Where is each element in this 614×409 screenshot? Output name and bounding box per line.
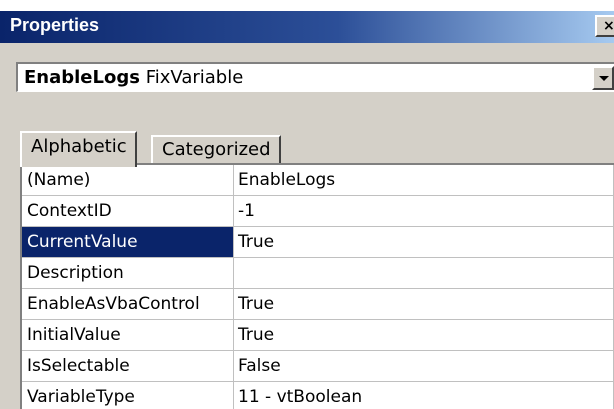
property-value[interactable]: True xyxy=(234,320,614,351)
property-row-name[interactable]: (Name) EnableLogs xyxy=(22,165,614,196)
property-row-enableasvbacontrol[interactable]: EnableAsVbaControl True xyxy=(22,289,614,320)
title-bar: Properties × xyxy=(0,11,614,43)
property-name: IsSelectable xyxy=(22,351,234,382)
property-name: InitialValue xyxy=(22,320,234,351)
property-row-description[interactable]: Description xyxy=(22,258,614,289)
property-name: EnableAsVbaControl xyxy=(22,289,234,320)
property-value[interactable]: True xyxy=(234,289,614,320)
object-selector[interactable]: EnableLogs FixVariable xyxy=(16,62,614,92)
property-name: VariableType xyxy=(22,382,234,409)
properties-window: EnableLogs FixVariable Alphabetic Catego… xyxy=(0,43,614,409)
property-name: ContextID xyxy=(22,196,234,227)
tab-alphabetic-label: Alphabetic xyxy=(31,136,127,157)
property-name: CurrentValue xyxy=(22,227,234,258)
property-value[interactable]: True xyxy=(234,227,614,258)
property-row-initialvalue[interactable]: InitialValue True xyxy=(22,320,614,351)
property-value[interactable]: False xyxy=(234,351,614,382)
object-selector-text: EnableLogs FixVariable xyxy=(24,67,243,88)
property-value[interactable]: 11 - vtBoolean xyxy=(234,382,614,409)
property-row-isselectable[interactable]: IsSelectable False xyxy=(22,351,614,382)
tab-categorized[interactable]: Categorized xyxy=(151,135,281,163)
property-row-contextid[interactable]: ContextID -1 xyxy=(22,196,614,227)
property-row-currentvalue[interactable]: CurrentValue True xyxy=(22,227,614,258)
property-row-variabletype[interactable]: VariableType 11 - vtBoolean xyxy=(22,382,614,409)
close-button[interactable]: × xyxy=(595,15,614,37)
window-title: Properties xyxy=(10,15,100,35)
property-value[interactable]: EnableLogs xyxy=(234,165,614,196)
property-value[interactable] xyxy=(234,258,614,289)
property-name: Description xyxy=(22,258,234,289)
property-value[interactable]: -1 xyxy=(234,196,614,227)
close-icon: × xyxy=(603,18,614,34)
object-type: FixVariable xyxy=(145,67,244,88)
property-grid: (Name) EnableLogs ContextID -1 CurrentVa… xyxy=(20,163,614,409)
property-name: (Name) xyxy=(22,165,234,196)
tab-categorized-label: Categorized xyxy=(162,139,271,160)
dropdown-arrow-icon[interactable] xyxy=(592,66,614,90)
tab-alphabetic[interactable]: Alphabetic xyxy=(20,131,137,167)
object-name: EnableLogs xyxy=(24,67,140,88)
